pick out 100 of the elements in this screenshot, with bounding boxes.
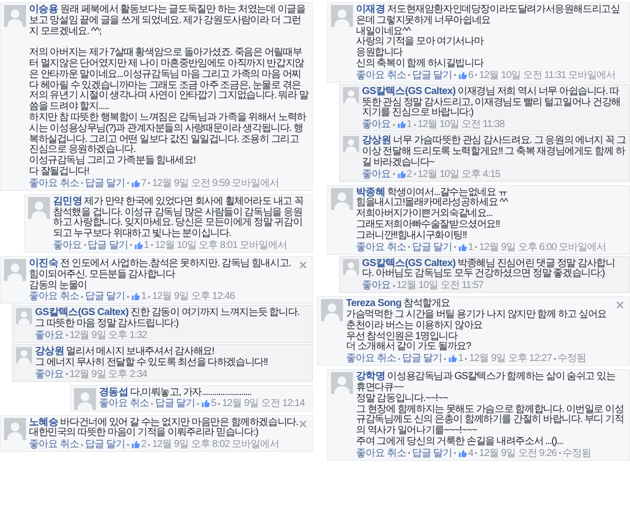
action-link[interactable]: 좋아요	[362, 280, 390, 292]
comment-text: GS칼텍스(GS Caltex) 진한 감동이 여기까지 느껴지는듯 합니다. 그 따뜻한 마음 정말 감사드립니다:)	[35, 308, 300, 330]
thumbs-up-icon	[134, 240, 143, 250]
timestamp-link[interactable]: 12월 10일 오후 4:15	[418, 168, 500, 180]
like-count: 2	[141, 439, 146, 450]
action-link[interactable]: 좋아요 취소	[29, 178, 79, 189]
timestamp-link[interactable]: 12월 9일 오후 12:46	[152, 291, 235, 302]
thumbs-up-icon	[131, 178, 140, 188]
thumbs-up-icon	[458, 70, 468, 80]
avatar[interactable]	[4, 258, 26, 281]
like-count: 6	[468, 70, 474, 81]
author-link[interactable]: 이재경	[356, 4, 386, 15]
avatar[interactable]	[343, 258, 359, 275]
source-label: 모바일에서	[568, 70, 616, 81]
edited-link[interactable]: 수정됨	[562, 448, 592, 459]
author-link[interactable]: 경동섭	[99, 386, 128, 398]
avatar[interactable]	[331, 372, 353, 394]
action-link[interactable]: 답글 달기	[402, 353, 442, 364]
timestamp-link[interactable]: 12월 10일 오전 11:31	[479, 70, 566, 81]
timestamp-link[interactable]: 12월 9일 오전 9:26	[479, 448, 557, 459]
action-link[interactable]: 좋아요 취소	[356, 70, 406, 81]
action-link[interactable]: 좋아요 취소	[356, 448, 406, 459]
comment-text: 김민영 제가 만약 한국에 있었다면 회사에 휠체어라도 내고 꼭 참석했을 겁니다. 이성규 감독님 많은 사람들이 감독님을 응원하고 사랑합니다. 잊지마세요. 당신은 모든이에게 정말 귀감이 되고 누구보다 위대하고 빛나는 분이십니다.	[53, 196, 304, 240]
action-link[interactable]: 좋아요 취소	[356, 242, 406, 253]
timestamp-link[interactable]: 12월 10일 오전 11:38	[418, 119, 504, 130]
action-link[interactable]: 답글 달기	[412, 448, 452, 459]
like-count: 1	[406, 119, 412, 130]
comment-text: 이진숙 전 인도에서 사업하는.참석은 못하지만. 감독님 힘내시고. 힘이되어주신. 모든분들 감사합니다 감동의 눈물이	[29, 258, 292, 292]
avatar[interactable]	[4, 418, 26, 440]
comment-text: 박종혜 학생이여서...갈수는없네요 ㅠ 힘을내시고!몰래카메라성공하세요 ^^ 저희아버지가이쁜거외숙같네요... 그래도저희아빠수술잘받으셨어요!! 그러니깐!!힘내시구화이팅!!	[356, 188, 510, 242]
comment-text: 이승용 원래 페북에서 활동보다는 글도둑질만 하는 처였는데 이글을 보고 망설임 끝에 글을 쓰게 되었네요. 제가 강원도사람이라 더 그런지 모르겠네요. ^^; 저의 아버지는 제가 7살때 황색암으로 돌아가셨죠. 죽음은 어릴때부터 멀지않은 단어였지만 제 나이 마흔중반임에도 아직까지 반갑지않은 안타까운 말이네요...이성규감독님 마음 그리고 가족의 마음 어찌 다 헤아릴 수 있겠습니까마는 그래도 조금 아주 조금은, 눈물로 겪은 저의 유년기 시절이 생각나며 사연이 안타깝기 그지없습니다. 뭐라 말씀을 드려야 할지..... 하지만 참 따뜻한 행복함이 느껴짐은 감독님과 가족을 위해서 노력하시는 이성용상무님(?)과 관계자분들의 사랑때문이라 생각됩니다. 행복하실겁니다. 그리고 어떤 일보다 값진 일일겁니다. 조용히 그리고 진심으로 응원하겠습니다. 이성규감독님 그리고 가족분들 힘내세요! 다 잘될겁니다!	[29, 5, 309, 178]
timestamp-link[interactable]: 12월 9일 오전 12:14	[222, 398, 305, 410]
comment-text: GS칼텍스(GS Caltex) 이재경님 저희 역시 너무 아쉽습니다. 따뜻한 관심 정말 감사드리고, 이재경님도 빨리 털고일어나 건강해지기를 진심으로 바랍니다:)	[362, 86, 622, 120]
avatar[interactable]	[74, 388, 96, 410]
avatar[interactable]	[16, 308, 32, 324]
action-link[interactable]: 좋아요	[362, 168, 390, 180]
timestamp-link[interactable]: 12월 9일 오후 6:00	[479, 242, 557, 253]
action-link[interactable]: 좋아요 취소	[346, 353, 396, 364]
author-link[interactable]: GS칼텍스(GS Caltex)	[362, 258, 456, 269]
like-count: 1	[458, 353, 464, 364]
thumbs-up-icon	[458, 448, 468, 458]
timestamp-link[interactable]: 12월 9일 오후 2:34	[70, 368, 147, 380]
author-link[interactable]: 강상원	[35, 346, 64, 357]
timestamp-link[interactable]: 12월 10일 오후 8:01	[154, 240, 238, 251]
author-link[interactable]: 강상원	[362, 135, 392, 146]
action-link[interactable]: 답글 달기	[84, 291, 126, 302]
action-link[interactable]: 답글 달기	[88, 240, 128, 251]
action-link[interactable]: 좋아요	[35, 330, 64, 341]
close-icon[interactable]	[299, 420, 307, 428]
avatar[interactable]	[28, 196, 50, 219]
timestamp-link[interactable]: 12월 10일 오전 11:57	[396, 280, 484, 292]
action-link[interactable]: 좋아요 취소	[29, 439, 79, 450]
edited-link[interactable]: 수정됨	[558, 353, 586, 364]
thumbs-up-icon	[396, 120, 406, 130]
action-link[interactable]: 답글 달기	[154, 398, 196, 410]
like-count: 1	[141, 291, 146, 302]
author-link[interactable]: 이진숙	[29, 258, 58, 269]
thumbs-up-icon	[131, 292, 140, 302]
action-link[interactable]: 좋아요	[362, 119, 390, 130]
comment-text: Tereza Song 참석할게요 가슴먹먹한 그 시간을 버틸 용기가 나지 않지만 함께 하고 싶어요 춘천이라 버스는 이용하지 않아요 우선 참석인원은 1명입니다 더 소개해서 같이 가도 될까요?	[346, 299, 608, 354]
timestamp-link[interactable]: 12월 9일 오후 1:32	[70, 330, 147, 341]
avatar[interactable]	[343, 136, 359, 152]
action-link[interactable]: 답글 달기	[84, 439, 126, 450]
author-link[interactable]: GS칼텍스(GS Caltex)	[362, 86, 456, 97]
thumbs-up-icon	[131, 440, 140, 450]
avatar[interactable]	[343, 86, 359, 103]
avatar[interactable]	[16, 346, 32, 363]
action-link[interactable]: 좋아요 취소	[29, 291, 79, 302]
like-count: 1	[144, 240, 149, 251]
author-link[interactable]: 박종혜	[356, 186, 386, 198]
author-link[interactable]: Tereza Song	[346, 298, 402, 310]
thumbs-up-icon	[201, 399, 210, 408]
avatar[interactable]	[4, 5, 26, 27]
author-link[interactable]: 강학명	[356, 371, 386, 382]
avatar[interactable]	[321, 299, 343, 322]
close-icon[interactable]	[299, 260, 307, 269]
timestamp-link[interactable]: 12월 9일 오후 12:27	[469, 353, 552, 364]
comment-text: 강상원 너무 가슴따뜻한 관심 감사드려요. 그 응원의 에너지 꼭 그 이상 전달해 드리도록 노력할게요!! 그 축복 재경님에게도 함께 하길 바라겠습니다~	[362, 136, 626, 169]
author-link[interactable]: 이승용	[29, 4, 58, 15]
source-label: 모바일에서	[239, 240, 287, 251]
action-link[interactable]: 답글 달기	[84, 178, 126, 189]
author-link[interactable]: 김민영	[53, 196, 82, 207]
like-count: 4	[468, 448, 474, 459]
close-icon[interactable]	[616, 301, 624, 310]
action-link[interactable]: 좋아요 취소	[99, 398, 149, 410]
timestamp-link[interactable]: 12월 9일 오후 8:02	[152, 439, 230, 450]
comment-text: 강상원 멀리서 메시지 보내주셔서 감사해요! 그 에너지 무사히 전달할 수 있도록 최선을 다하겠습니다!!	[35, 346, 269, 369]
action-link[interactable]: 답글 달기	[412, 70, 452, 81]
thumbs-up-icon	[396, 170, 406, 179]
avatar[interactable]	[331, 5, 353, 27]
source-label: 모바일에서	[558, 242, 606, 253]
avatar[interactable]	[331, 188, 353, 210]
thumbs-up-icon	[458, 242, 468, 252]
action-link[interactable]: 좋아요	[53, 240, 82, 251]
author-link[interactable]: 노혜승	[29, 416, 58, 428]
source-label: 모바일에서	[232, 439, 280, 450]
action-link[interactable]: 답글 달기	[412, 242, 452, 253]
author-link[interactable]: GS칼텍스(GS Caltex)	[35, 307, 129, 318]
timestamp-link[interactable]: 12월 9일 오전 9:59	[152, 178, 230, 189]
action-link[interactable]: 좋아요	[35, 368, 64, 380]
